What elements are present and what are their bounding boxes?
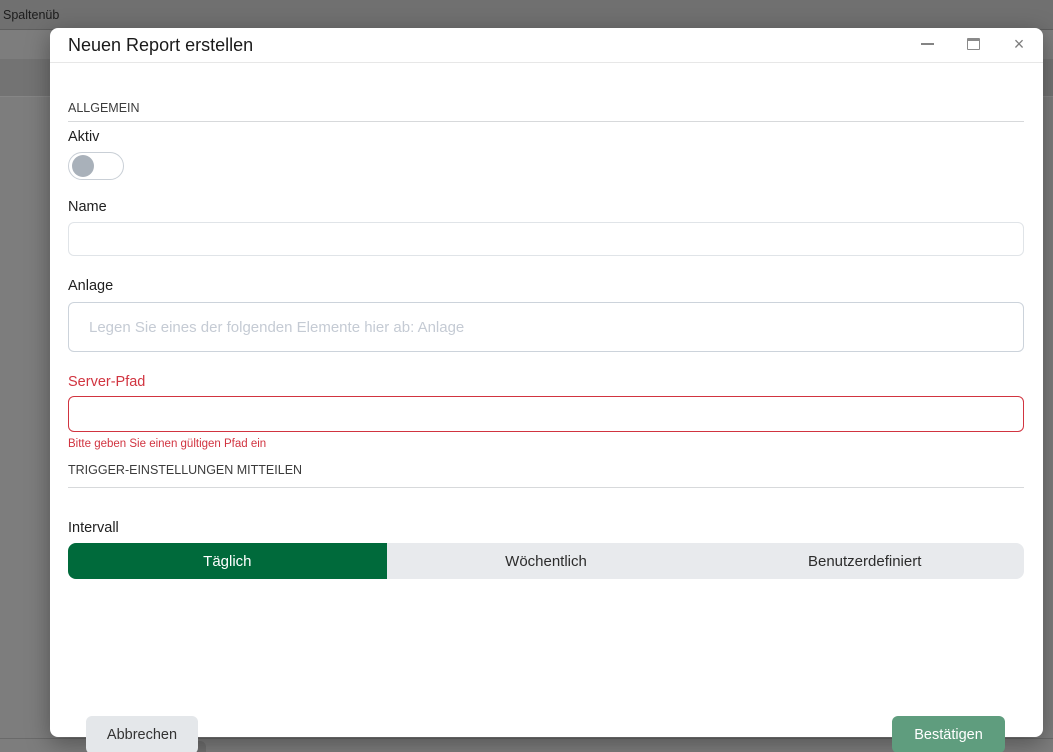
confirm-button[interactable]: Bestätigen: [892, 716, 1005, 752]
minimize-icon: [921, 43, 934, 45]
intervall-segmented-control: Täglich Wöchentlich Benutzerdefiniert: [68, 543, 1024, 579]
section-header-allgemein: ALLGEMEIN: [68, 101, 140, 115]
maximize-button[interactable]: [963, 33, 983, 55]
close-icon: ×: [1014, 35, 1025, 53]
server-pfad-label: Server-Pfad: [68, 374, 145, 390]
dialog-title: Neuen Report erstellen: [68, 35, 253, 56]
intervall-option-taeglich[interactable]: Täglich: [68, 543, 387, 579]
aktiv-toggle[interactable]: [68, 152, 124, 180]
server-pfad-input[interactable]: [68, 396, 1024, 432]
background-column-header: Spaltenüb: [0, 0, 1053, 30]
maximize-icon: [967, 38, 980, 50]
section-divider-trigger: [68, 487, 1024, 488]
dialog-titlebar: Neuen Report erstellen ×: [50, 28, 1043, 63]
screen: Spaltenüb Neuen Report erstellen × ALLGE…: [0, 0, 1053, 752]
anlage-drop-placeholder: Legen Sie eines der folgenden Elemente h…: [89, 319, 464, 336]
name-label: Name: [68, 199, 107, 215]
aktiv-toggle-knob: [72, 155, 94, 177]
intervall-label: Intervall: [68, 520, 119, 536]
aktiv-label: Aktiv: [68, 129, 99, 145]
background-column-header-label: Spaltenüb: [3, 8, 59, 22]
intervall-option-woechentlich[interactable]: Wöchentlich: [387, 543, 706, 579]
window-controls: ×: [917, 33, 1029, 55]
minimize-button[interactable]: [917, 33, 937, 55]
name-input[interactable]: [68, 222, 1024, 256]
anlage-label: Anlage: [68, 278, 113, 294]
close-button[interactable]: ×: [1009, 33, 1029, 55]
server-pfad-error-message: Bitte geben Sie einen gültigen Pfad ein: [68, 438, 266, 450]
create-report-dialog: Neuen Report erstellen × ALLGEMEIN Aktiv: [50, 28, 1043, 737]
cancel-button[interactable]: Abbrechen: [86, 716, 198, 752]
section-divider-allgemein: [68, 121, 1024, 122]
intervall-option-benutzerdefiniert[interactable]: Benutzerdefiniert: [705, 543, 1024, 579]
anlage-drop-area[interactable]: Legen Sie eines der folgenden Elemente h…: [68, 302, 1024, 352]
section-header-trigger: TRIGGER-EINSTELLUNGEN MITTEILEN: [68, 463, 302, 477]
